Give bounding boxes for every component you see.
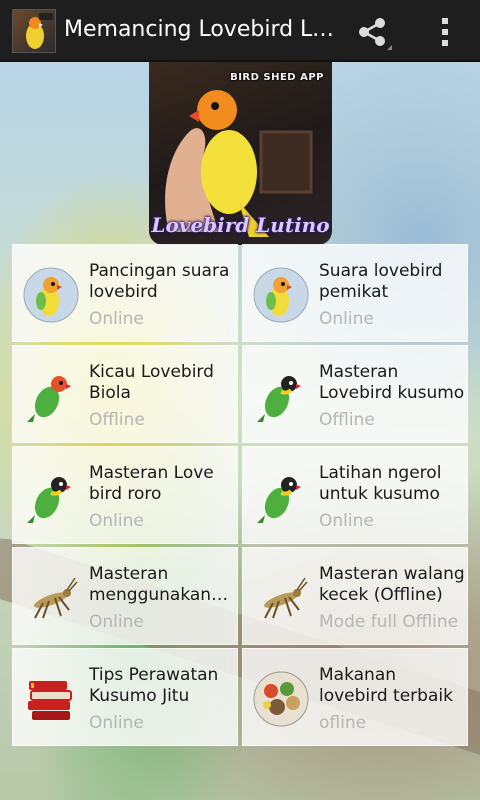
menu-grid: Pancingan suara lovebird Online Suara lo… bbox=[12, 244, 468, 746]
menu-item-title: Masteran walang kecek (Offline) bbox=[319, 564, 465, 605]
menu-item-status: Mode full Offline bbox=[319, 612, 459, 632]
books-icon bbox=[23, 671, 79, 727]
menu-item-card[interactable]: Masteran Lovebird kusumo Offline bbox=[242, 345, 468, 443]
menu-item-title: Pancingan suara lovebird bbox=[89, 261, 230, 302]
action-bar: Memancing Lovebird Luti… bbox=[0, 0, 480, 62]
menu-item-status: Online bbox=[89, 713, 144, 733]
menu-item-card[interactable]: Masteran walang kecek (Offline) Mode ful… bbox=[242, 547, 468, 645]
lutino-lovebird-icon bbox=[253, 267, 309, 323]
bird-food-icon bbox=[253, 671, 309, 727]
menu-item-title: Masteran menggunakan… bbox=[89, 564, 229, 605]
green-lovebird-icon bbox=[253, 469, 309, 525]
overflow-menu-icon[interactable] bbox=[430, 12, 460, 52]
header-banner-image: BIRD SHED APP Lovebird Lutino bbox=[149, 62, 332, 245]
menu-item-title: Masteran Love bird roro bbox=[89, 463, 214, 504]
menu-item-status: Online bbox=[89, 511, 144, 531]
menu-item-card[interactable]: Kicau Lovebird Biola Offline bbox=[12, 345, 238, 443]
menu-item-card[interactable]: Makanan lovebird terbaik ofline bbox=[242, 648, 468, 746]
menu-item-card[interactable]: Suara lovebird pemikat Online bbox=[242, 244, 468, 342]
menu-item-title: Suara lovebird pemikat bbox=[319, 261, 443, 302]
menu-item-title: Makanan lovebird terbaik bbox=[319, 665, 453, 706]
menu-item-card[interactable]: Tips Perawatan Kusumo Jitu Online bbox=[12, 648, 238, 746]
menu-item-status: Online bbox=[319, 309, 374, 329]
grasshopper-icon bbox=[23, 570, 79, 626]
menu-item-card[interactable]: Latihan ngerol untuk kusumo Online bbox=[242, 446, 468, 544]
menu-item-status: ofline bbox=[319, 713, 367, 733]
menu-item-status: Online bbox=[319, 511, 374, 531]
menu-item-card[interactable]: Pancingan suara lovebird Online bbox=[12, 244, 238, 342]
menu-item-title: Masteran Lovebird kusumo bbox=[319, 362, 465, 403]
app-title: Memancing Lovebird Luti… bbox=[64, 17, 344, 42]
grasshopper-icon bbox=[253, 570, 309, 626]
menu-item-title: Kicau Lovebird Biola bbox=[89, 362, 214, 403]
menu-item-status: Online bbox=[89, 612, 144, 632]
menu-item-title: Latihan ngerol untuk kusumo bbox=[319, 463, 442, 504]
menu-item-card[interactable]: Masteran menggunakan… Online bbox=[12, 547, 238, 645]
header-tag-text: BIRD SHED APP bbox=[230, 72, 324, 83]
header-caption: Lovebird Lutino bbox=[151, 213, 330, 237]
green-lovebird-icon bbox=[23, 469, 79, 525]
menu-item-status: Offline bbox=[89, 410, 145, 430]
app-logo-icon[interactable] bbox=[12, 9, 56, 53]
share-icon[interactable] bbox=[352, 12, 392, 52]
green-lovebird-icon bbox=[253, 368, 309, 424]
menu-item-status: Online bbox=[89, 309, 144, 329]
menu-item-title: Tips Perawatan Kusumo Jitu bbox=[89, 665, 219, 706]
green-lovebird-icon bbox=[23, 368, 79, 424]
menu-item-status: Offline bbox=[319, 410, 375, 430]
lutino-lovebird-icon bbox=[23, 267, 79, 323]
menu-item-card[interactable]: Masteran Love bird roro Online bbox=[12, 446, 238, 544]
